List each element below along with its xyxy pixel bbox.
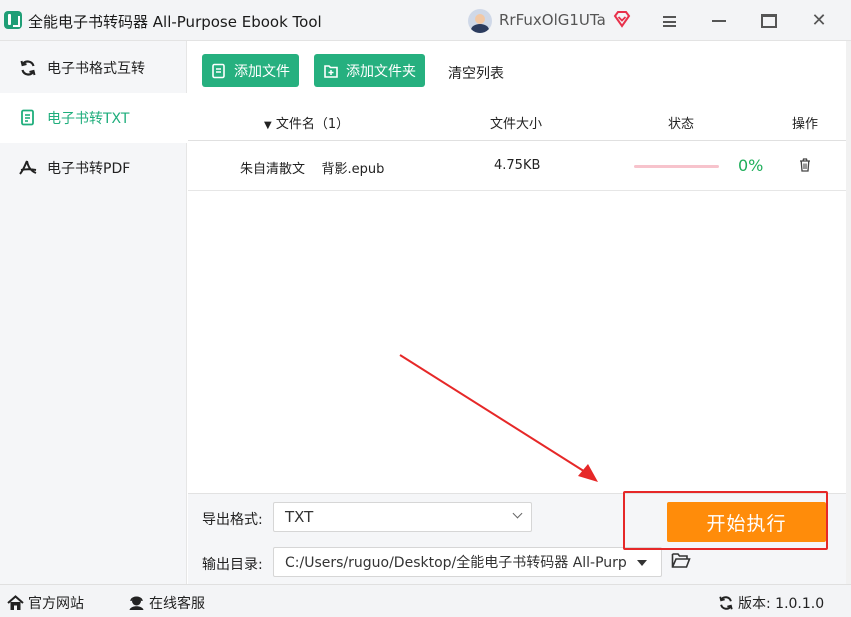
sidebar-item-label: 电子书转PDF [47, 161, 131, 177]
app-title: 全能电子书转码器 All-Purpose Ebook Tool [28, 13, 322, 31]
home-icon [7, 595, 24, 610]
minimize-button[interactable] [706, 8, 732, 34]
vip-diamond-icon[interactable] [612, 10, 632, 28]
customer-service-icon [129, 596, 144, 610]
maximize-button[interactable] [756, 8, 782, 34]
column-header-status: 状态 [668, 117, 695, 132]
file-name: 朱自清散文 背影.epub [240, 162, 385, 177]
online-service-link[interactable]: 在线客服 [128, 593, 205, 613]
title-bar: 全能电子书转码器 All-Purpose Ebook Tool RrFuxOlG… [0, 0, 851, 41]
right-edge-divider [846, 41, 851, 584]
minimize-icon [712, 20, 726, 22]
clear-list-button[interactable]: 清空列表 [448, 63, 504, 83]
output-dir-select[interactable]: C:/Users/ruguo/Desktop/全能电子书转码器 All-Purp [273, 547, 662, 577]
sidebar-item-format-convert[interactable]: 电子书格式互转 [0, 43, 187, 93]
official-site-link[interactable]: 官方网站 [7, 593, 84, 613]
user-avatar[interactable] [468, 9, 492, 33]
sidebar-item-to-pdf[interactable]: 电子书转PDF [0, 143, 187, 193]
footer: 官方网站 在线客服 版本: 1.0.1.0 [0, 584, 851, 617]
output-dir-label: 输出目录: [202, 557, 263, 573]
caret-down-icon [637, 560, 647, 566]
hamburger-icon [662, 15, 676, 27]
file-table-header: ▼ 文件名（1） 文件大小 状态 操作 [188, 101, 851, 141]
sidebar-item-label: 电子书转TXT [47, 111, 130, 127]
file-size: 4.75KB [494, 158, 541, 173]
chevron-down-icon [512, 508, 523, 519]
maximize-icon [761, 14, 777, 28]
sidebar: 电子书格式互转 电子书转TXT 电子书转PDF [0, 41, 187, 584]
refresh-icon [719, 596, 733, 610]
document-icon [18, 108, 38, 128]
column-header-name[interactable]: ▼ 文件名（1） [264, 113, 349, 132]
menu-button[interactable] [656, 8, 682, 34]
export-format-label: 导出格式: [202, 512, 263, 528]
sort-caret-icon: ▼ [264, 120, 272, 131]
trash-icon[interactable] [799, 158, 811, 172]
pdf-icon [18, 158, 38, 178]
sidebar-item-label: 电子书格式互转 [47, 61, 145, 77]
add-folder-button[interactable]: 添加文件夹 [314, 54, 425, 87]
annotation-highlight-box [623, 491, 828, 550]
add-folder-label: 添加文件夹 [346, 63, 416, 80]
close-button[interactable]: ✕ [806, 8, 832, 34]
sidebar-item-to-txt[interactable]: 电子书转TXT [0, 93, 187, 143]
export-format-value: TXT [285, 508, 314, 526]
column-header-size: 文件大小 [490, 117, 543, 132]
progress-bar [634, 165, 719, 168]
status-percent: 0% [738, 156, 764, 175]
export-format-select[interactable]: TXT [273, 502, 532, 532]
output-dir-value: C:/Users/ruguo/Desktop/全能电子书转码器 All-Purp [285, 555, 627, 571]
column-header-op: 操作 [792, 117, 819, 132]
add-file-label: 添加文件 [234, 63, 290, 80]
add-file-icon [210, 62, 228, 80]
annotation-arrow [399, 354, 598, 482]
open-folder-icon[interactable] [671, 552, 691, 569]
close-icon: ✕ [811, 10, 827, 31]
add-folder-icon [322, 62, 340, 80]
version-info[interactable]: 版本: 1.0.1.0 [718, 593, 824, 613]
refresh-icon [18, 58, 38, 78]
app-logo-icon [4, 11, 22, 29]
username[interactable]: RrFuxOlG1UTa [499, 11, 606, 29]
add-file-button[interactable]: 添加文件 [202, 54, 299, 87]
table-row[interactable]: 朱自清散文 背影.epub 4.75KB 0% [188, 141, 851, 191]
